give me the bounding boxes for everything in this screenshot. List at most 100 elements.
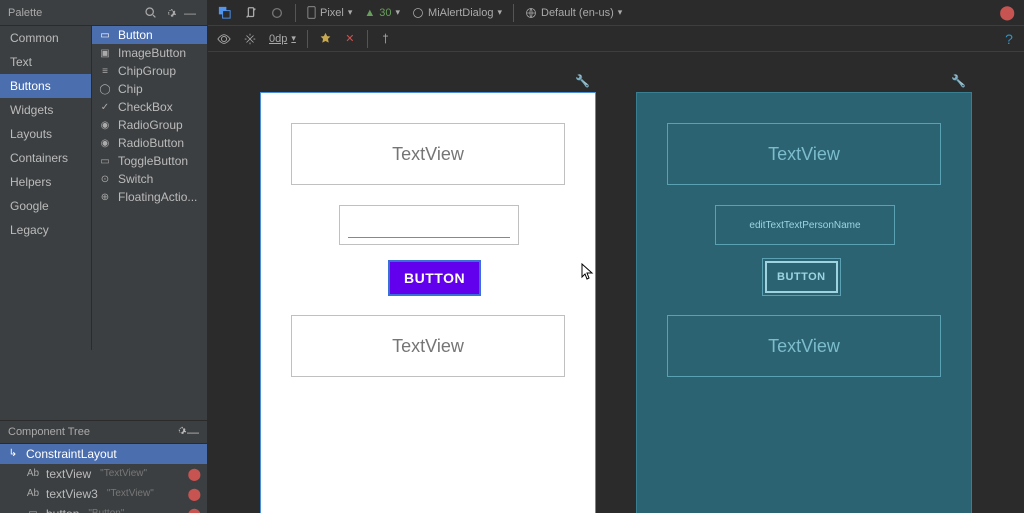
blueprint-button[interactable]: BUTTON (765, 261, 838, 293)
design-textview1[interactable]: TextView (291, 123, 565, 185)
button-icon: ▭ (98, 28, 112, 42)
theme-label: MiAlertDialog (428, 7, 493, 19)
gear-icon[interactable] (161, 4, 179, 22)
chevron-down-icon: ▾ (618, 7, 623, 18)
palette-category-helpers[interactable]: Helpers (0, 170, 91, 194)
component-tree: ↳ ConstraintLayout Ab textView "TextView… (0, 444, 207, 513)
view-options-icon[interactable] (212, 28, 236, 50)
wrench-icon[interactable]: 🔧 (951, 74, 966, 88)
api-dropdown[interactable]: ▲ 30▾ (359, 2, 405, 24)
orientation-icon[interactable] (239, 2, 263, 24)
wrench-icon[interactable]: 🔧 (575, 74, 590, 88)
tree-row-label: ConstraintLayout (26, 447, 117, 461)
warning-icon[interactable]: ⬤ (188, 487, 201, 501)
palette-body: Common Text Buttons Widgets Layouts Cont… (0, 26, 207, 350)
locale-dropdown[interactable]: Default (en-us) ▾ (520, 2, 627, 24)
design-button[interactable]: BUTTON (389, 261, 480, 295)
palette-item-radiobutton[interactable]: ◉ RadioButton (92, 134, 207, 152)
switch-icon: ⊙ (98, 172, 112, 186)
tree-row-hint: "Button" (88, 508, 124, 513)
palette-category-common[interactable]: Common (0, 26, 91, 50)
palette-item-imagebutton[interactable]: ▣ImageButton (92, 44, 207, 62)
palette-category-widgets[interactable]: Widgets (0, 98, 91, 122)
default-margin-dropdown[interactable]: 0dp ▾ (264, 28, 301, 50)
radiobutton-icon: ◉ (98, 136, 112, 150)
palette-category-legacy[interactable]: Legacy (0, 218, 91, 242)
palette-title: Palette (8, 7, 139, 19)
palette-item-label: RadioGroup (118, 118, 183, 132)
palette-item-togglebutton[interactable]: ▭ ToggleButton (92, 152, 207, 170)
chevron-down-icon: ▾ (396, 7, 401, 18)
fab-icon: ⊕ (98, 190, 112, 204)
device-label: Pixel (320, 7, 344, 19)
component-tree-title: Component Tree (8, 426, 175, 438)
palette-category-containers[interactable]: Containers (0, 146, 91, 170)
info-badge-icon[interactable]: ? (998, 28, 1020, 50)
palette-category-layouts[interactable]: Layouts (0, 122, 91, 146)
palette-item-switch[interactable]: ⊙Switch (92, 170, 207, 188)
surface-select-icon[interactable] (212, 2, 237, 24)
chevron-down-icon: ▾ (291, 33, 296, 44)
device-dropdown[interactable]: Pixel▾ (302, 2, 357, 24)
palette-item-fab[interactable]: ⊕ FloatingActio... (92, 188, 207, 206)
palette-category-google[interactable]: Google (0, 194, 91, 218)
palette-panel: Palette — Common Text Buttons Widgets La… (0, 0, 208, 513)
tree-row-textview[interactable]: Ab textView "TextView" ⬤ (0, 464, 207, 484)
palette-header: Palette — (0, 0, 207, 26)
palette-item-label: RadioButton (118, 136, 184, 150)
design-edittext[interactable] (339, 205, 519, 245)
infer-constraints-icon[interactable] (314, 28, 337, 50)
palette-item-label: CheckBox (118, 100, 173, 114)
toggle-autoconnect-icon[interactable] (238, 28, 262, 50)
palette-item-label: Button (118, 28, 153, 42)
tree-row-label: button (46, 507, 79, 513)
design-surface-column: 🔧 TextView BUTTON TextView (260, 92, 596, 513)
palette-item-checkbox[interactable]: ✓CheckBox (92, 98, 207, 116)
tree-row-hint: "TextView" (100, 468, 147, 479)
design-surface[interactable]: TextView BUTTON TextView (260, 92, 596, 513)
canvas-area[interactable]: 🔧 TextView BUTTON TextView 🔧 TextView ed… (208, 52, 1024, 513)
blueprint-textview1[interactable]: TextView (667, 123, 941, 185)
margin-label: 0dp (269, 33, 287, 45)
palette-item-label: FloatingActio... (118, 190, 197, 204)
palette-item-button[interactable]: ▭ Button (92, 26, 207, 44)
layout-toolbar: 0dp ▾ ✕ ? (208, 26, 1024, 52)
theme-dropdown[interactable]: MiAlertDialog ▾ (407, 2, 507, 24)
design-toolbar: Pixel▾ ▲ 30▾ MiAlertDialog▾ Default (en-… (208, 0, 1024, 26)
imagebutton-icon: ▣ (98, 46, 112, 60)
minimize-icon[interactable]: — (187, 425, 199, 439)
palette-item-label: ToggleButton (118, 154, 188, 168)
error-badge-icon[interactable]: ⬤ (994, 2, 1020, 24)
palette-item-chipgroup[interactable]: ≡ChipGroup (92, 62, 207, 80)
blueprint-edittext[interactable]: editTextTextPersonName (715, 205, 895, 245)
chipgroup-icon: ≡ (98, 64, 112, 78)
blueprint-textview2[interactable]: TextView (667, 315, 941, 377)
design-textview2[interactable]: TextView (291, 315, 565, 377)
tree-row-constraintlayout[interactable]: ↳ ConstraintLayout (0, 444, 207, 464)
chevron-down-icon: ▾ (497, 7, 502, 18)
warning-icon[interactable]: ⬤ (188, 467, 201, 481)
minimize-icon[interactable]: — (181, 4, 199, 22)
tree-row-label: textView (46, 467, 91, 481)
radiogroup-icon: ◉ (98, 118, 112, 132)
textview-icon: Ab (26, 487, 40, 501)
palette-category-buttons[interactable]: Buttons (0, 74, 91, 98)
textview-icon: Ab (26, 467, 40, 481)
palette-category-text[interactable]: Text (0, 50, 91, 74)
layout-icon: ↳ (6, 447, 20, 461)
palette-item-label: Chip (118, 82, 143, 96)
locale-label: Default (en-us) (541, 7, 614, 19)
warning-icon[interactable]: ⬤ (188, 507, 201, 513)
guidelines-icon[interactable] (374, 28, 397, 50)
tree-row-button[interactable]: ▭ button "Button" ⬤ (0, 504, 207, 513)
gear-icon[interactable] (175, 424, 187, 439)
chip-icon: ◯ (98, 82, 112, 96)
tree-row-textview3[interactable]: Ab textView3 "TextView" ⬤ (0, 484, 207, 504)
search-icon[interactable] (141, 4, 159, 22)
togglebutton-icon: ▭ (98, 154, 112, 168)
palette-item-chip[interactable]: ◯ Chip (92, 80, 207, 98)
night-mode-icon[interactable] (265, 2, 289, 24)
palette-item-radiogroup[interactable]: ◉ RadioGroup (92, 116, 207, 134)
blueprint-surface[interactable]: TextView editTextTextPersonName BUTTON T… (636, 92, 972, 513)
clear-constraints-icon[interactable]: ✕ (339, 28, 361, 50)
